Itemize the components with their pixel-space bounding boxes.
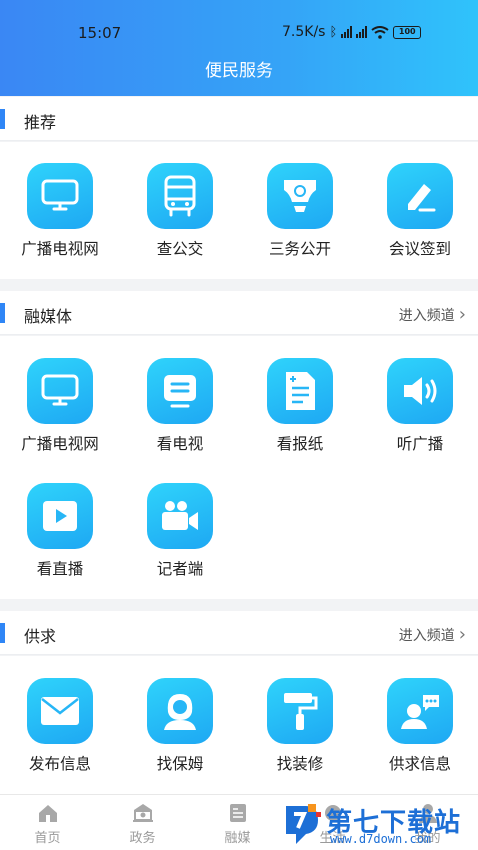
media-icon (230, 804, 246, 822)
badge-icon (267, 163, 333, 229)
wifi-icon (371, 25, 389, 39)
edit-icon (387, 163, 453, 229)
chevron-right-icon: › (458, 624, 466, 645)
grid-recommend: 广播电视网 查公交 三务公开 会议签到 (0, 142, 478, 279)
service-item-bus[interactable]: 查公交 (120, 163, 240, 263)
chevron-right-icon: › (458, 304, 466, 325)
status-bar: 15:07 7.5K/s ᛒ 100 (0, 0, 478, 46)
section-title: 融媒体 (24, 307, 73, 326)
section-accent-bar (0, 623, 5, 643)
service-item-broadcast-net[interactable]: 广播电视网 (0, 358, 120, 458)
service-item-supply-info[interactable]: 供求信息 (360, 678, 478, 778)
service-item-newspaper[interactable]: 看报纸 (240, 358, 360, 458)
service-item-three-affairs[interactable]: 三务公开 (240, 163, 360, 263)
section-header-supply: 供求 进入频道 › (0, 611, 478, 655)
service-item-post-info[interactable]: 发布信息 (0, 678, 120, 778)
service-label: 发布信息 (28, 755, 91, 773)
service-item-watch-tv[interactable]: 看电视 (120, 358, 240, 458)
service-label: 记者端 (156, 560, 204, 578)
service-label: 找装修 (276, 755, 324, 773)
tab-media[interactable]: 融媒 (190, 795, 285, 850)
enter-channel-label: 进入频道 (398, 307, 455, 324)
watermark: 第七下载站 www.d7down.com (282, 800, 478, 850)
signal-icon (356, 26, 368, 38)
service-item-meeting-checkin[interactable]: 会议签到 (360, 163, 478, 263)
network-speed: 7.5K/s (282, 24, 326, 40)
service-item-live[interactable]: 看直播 (0, 483, 120, 583)
service-label: 看直播 (36, 560, 84, 578)
service-label: 查公交 (156, 240, 204, 258)
section-accent-bar (0, 303, 5, 323)
signal-icon (341, 26, 353, 38)
newspaper-icon (267, 358, 333, 424)
service-label: 三务公开 (268, 240, 331, 258)
service-label: 看电视 (156, 435, 204, 453)
government-icon (133, 804, 153, 822)
watermark-url: www.d7down.com (330, 832, 432, 846)
bluetooth-icon: ᛒ (329, 24, 338, 40)
video-camera-icon (147, 483, 213, 549)
status-time: 15:07 (78, 24, 122, 42)
service-item-reporter[interactable]: 记者端 (120, 483, 240, 583)
service-label: 会议签到 (388, 240, 451, 258)
chat-user-icon (387, 678, 453, 744)
bus-icon (147, 163, 213, 229)
section-accent-bar (0, 109, 5, 129)
tab-government[interactable]: 政务 (95, 795, 190, 850)
play-icon (27, 483, 93, 549)
service-item-broadcast-net[interactable]: 广播电视网 (0, 163, 120, 263)
section-title: 供求 (24, 627, 57, 646)
service-label: 找保姆 (156, 755, 204, 773)
service-label: 看报纸 (276, 435, 324, 453)
nanny-icon (147, 678, 213, 744)
speaker-icon (387, 358, 453, 424)
paint-roller-icon (267, 678, 333, 744)
enter-channel-link[interactable]: 进入频道 › (399, 304, 466, 325)
tab-home[interactable]: 首页 (0, 795, 95, 850)
tab-label: 首页 (34, 831, 61, 846)
watermark-logo-icon (286, 804, 321, 844)
section-title: 推荐 (24, 113, 57, 132)
enter-channel-label: 进入频道 (398, 627, 455, 644)
tab-label: 政务 (129, 831, 156, 846)
tv-icon (27, 358, 93, 424)
home-icon (39, 805, 57, 822)
status-indicators: 7.5K/s ᛒ 100 (282, 24, 422, 40)
section-header-recommend: 推荐 (0, 97, 478, 141)
grid-media: 广播电视网 看电视 看报纸 听广播 看直播 记者端 (0, 336, 478, 599)
tab-label: 融媒 (224, 831, 251, 846)
service-item-renovation[interactable]: 找装修 (240, 678, 360, 778)
section-header-media: 融媒体 进入频道 › (0, 291, 478, 335)
service-label: 供求信息 (388, 755, 451, 773)
battery-icon: 100 (393, 25, 422, 39)
service-label: 听广播 (396, 435, 444, 453)
tv-icon (27, 163, 93, 229)
mail-icon (27, 678, 93, 744)
service-item-nanny[interactable]: 找保姆 (120, 678, 240, 778)
television-icon (147, 358, 213, 424)
service-label: 广播电视网 (21, 240, 99, 258)
page-title: 便民服务 (0, 46, 478, 96)
service-label: 广播电视网 (21, 435, 99, 453)
service-item-radio[interactable]: 听广播 (360, 358, 478, 458)
grid-supply: 发布信息 找保姆 找装修 供求信息 (0, 656, 478, 794)
enter-channel-link[interactable]: 进入频道 › (399, 624, 466, 645)
